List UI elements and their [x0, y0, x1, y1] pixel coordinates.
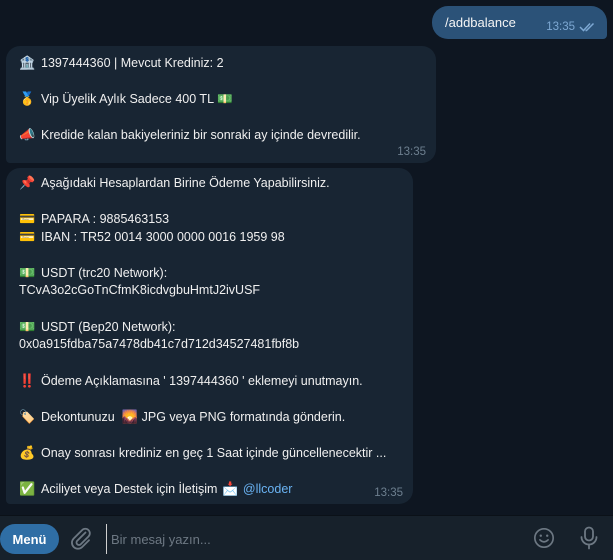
vip-text: Vip Üyelik Aylık Sadece 400 TL 💵 — [41, 91, 233, 106]
message-time: 13:35 — [397, 146, 426, 158]
carryover-text: Kredide kalan bakiyeleriniz bir sonraki … — [41, 128, 361, 142]
usdt-trc-label-line: 💵 USDT (trc20 Network): — [19, 265, 167, 281]
double-check-icon — [579, 22, 595, 32]
pushpin-icon: 📌 — [19, 175, 36, 190]
iban-text: IBAN : TR52 0014 3000 0000 0016 1959 98 — [41, 230, 285, 244]
outgoing-message-text: /addbalance — [445, 15, 516, 30]
check-mark-icon: ✅ — [19, 481, 36, 496]
medal-icon: 🥇 — [19, 91, 36, 106]
money-bag-icon: 💰 — [19, 445, 36, 460]
dollar-banknote-icon: 💵 — [19, 319, 36, 334]
message-time: 13:35 — [374, 487, 403, 499]
credit-text: 1397444360 | Mevcut Krediniz: 2 — [41, 56, 224, 70]
outgoing-message-meta: 13:35 — [546, 21, 597, 33]
usdt-trc-label: USDT (trc20 Network): — [41, 266, 168, 280]
usdt-trc-address-line[interactable]: TCvA3o2cGoTnCfmK8icdvgbuHmtJ2ivUSF — [19, 283, 260, 297]
support-text: Aciliyet veya Destek için İletişim — [41, 482, 221, 496]
message-input[interactable] — [106, 524, 523, 554]
payment-header-text: Aşağıdaki Hesaplardan Birine Ödeme Yapab… — [41, 176, 330, 190]
label-tag-icon: 🏷️ — [19, 409, 36, 424]
payment-header-line: 📌 Aşağıdaki Hesaplardan Birine Ödeme Yap… — [19, 175, 330, 191]
support-username-link[interactable]: @llcoder — [243, 482, 293, 496]
menu-button[interactable]: Menü — [0, 524, 59, 554]
usdt-bep-label-line: 💵 USDT (Bep20 Network): — [19, 319, 176, 335]
receipt-text-before: Dekontunuzu — [41, 410, 119, 424]
paperclip-icon[interactable] — [69, 526, 93, 550]
warning-line: ‼️ Ödeme Açıklamasına ' 1397444360 ' ekl… — [19, 373, 363, 389]
bank-icon: 🏦 — [19, 55, 36, 70]
incoming-message-credit[interactable]: 🏦 1397444360 | Mevcut Krediniz: 2 🥇 Vip … — [6, 46, 436, 163]
credit-card-icon: 💳 — [19, 211, 36, 226]
usdt-bep-label: USDT (Bep20 Network): — [41, 320, 176, 334]
approval-line: 💰 Onay sonrası krediniz en geç 1 Saat iç… — [19, 445, 386, 461]
megaphone-icon: 📣 — [19, 127, 36, 142]
usdt-bep-address[interactable]: 0x0a915fdba75a7478db41c7d712d34527481fbf… — [19, 337, 299, 351]
double-exclamation-icon: ‼️ — [19, 373, 36, 388]
approval-text: Onay sonrası krediniz en geç 1 Saat için… — [41, 446, 387, 460]
carryover-line: 📣 Kredide kalan bakiyeleriniz bir sonrak… — [19, 127, 361, 143]
outgoing-message[interactable]: /addbalance 13:35 — [432, 6, 607, 39]
support-line: ✅ Aciliyet veya Destek için İletişim 📩 @… — [19, 481, 292, 497]
sunrise-image-icon: 🌄 — [121, 409, 138, 424]
smiley-icon[interactable] — [533, 527, 555, 549]
composer-bar: Menü — [0, 515, 613, 560]
dollar-banknote-icon: 💵 — [19, 265, 36, 280]
papara-line: 💳 PAPARA : 9885463153 — [19, 211, 169, 227]
outgoing-message-time: 13:35 — [546, 21, 575, 33]
warning-text: Ödeme Açıklamasına ' 1397444360 ' ekleme… — [41, 374, 363, 388]
microphone-icon[interactable] — [579, 526, 599, 550]
papara-text: PAPARA : 9885463153 — [41, 212, 170, 226]
receipt-line: 🏷️ Dekontunuzu 🌄 JPG veya PNG formatında… — [19, 409, 345, 425]
incoming-message-payment[interactable]: 📌 Aşağıdaki Hesaplardan Birine Ödeme Yap… — [6, 168, 413, 504]
usdt-bep-address-line[interactable]: 0x0a915fdba75a7478db41c7d712d34527481fbf… — [19, 337, 299, 351]
credit-line: 🏦 1397444360 | Mevcut Krediniz: 2 — [19, 55, 224, 71]
chat-area: /addbalance 13:35 🏦 1397444360 | Mevcut … — [0, 0, 613, 515]
receipt-text-after: JPG veya PNG formatında gönderin. — [138, 410, 346, 424]
credit-card-icon: 💳 — [19, 229, 36, 244]
usdt-trc-address[interactable]: TCvA3o2cGoTnCfmK8icdvgbuHmtJ2ivUSF — [19, 283, 260, 297]
envelope-arrow-icon: 📩 — [222, 481, 239, 496]
iban-line: 💳 IBAN : TR52 0014 3000 0000 0016 1959 9… — [19, 229, 285, 245]
vip-line: 🥇 Vip Üyelik Aylık Sadece 400 TL 💵 — [19, 91, 233, 107]
